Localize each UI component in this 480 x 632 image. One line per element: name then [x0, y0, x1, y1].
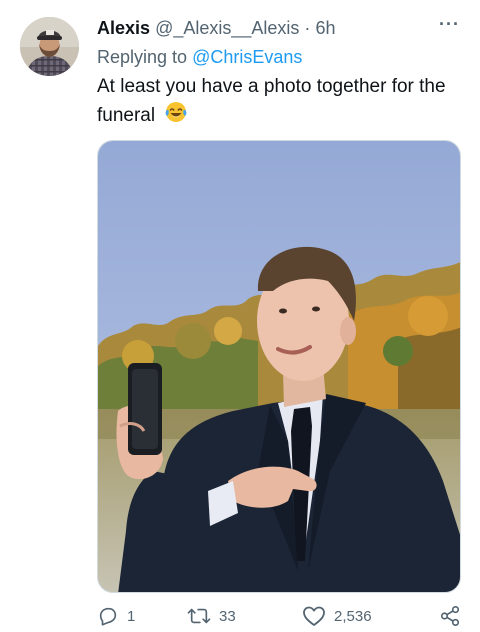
avatar[interactable]: [20, 17, 79, 76]
tweet-actions: 1 33 2,536: [97, 605, 467, 631]
like-button[interactable]: 2,536: [302, 605, 372, 627]
tweet-header: Alexis @_Alexis__Alexis · 6h: [97, 16, 335, 40]
like-icon: [302, 605, 326, 627]
share-icon: [439, 605, 461, 627]
replying-prefix: Replying to: [97, 47, 193, 67]
reply-icon: [97, 605, 119, 627]
mention-link[interactable]: @ChrisEvans: [192, 47, 302, 67]
retweet-button[interactable]: 33: [187, 605, 236, 627]
retweet-count: 33: [219, 607, 236, 625]
tweet-photo[interactable]: [97, 140, 461, 593]
tears-of-joy-emoji-icon: [164, 100, 188, 132]
share-button[interactable]: [439, 605, 461, 627]
tweet-body: At least you have a photo together for t…: [97, 76, 446, 126]
tweet-text: At least you have a photo together for t…: [97, 73, 457, 132]
tweet: Alexis @_Alexis__Alexis · 6h ··· Replyin…: [0, 0, 480, 632]
like-count: 2,536: [334, 607, 372, 625]
timestamp[interactable]: 6h: [315, 18, 335, 38]
reply-button[interactable]: 1: [97, 605, 135, 627]
separator-dot: ·: [304, 18, 311, 38]
display-name[interactable]: Alexis: [97, 18, 150, 38]
retweet-icon: [187, 605, 211, 627]
replying-to: Replying to @ChrisEvans: [97, 45, 302, 69]
user-handle[interactable]: @_Alexis__Alexis: [155, 18, 299, 38]
more-icon[interactable]: ···: [439, 14, 460, 35]
reply-count: 1: [127, 607, 136, 625]
